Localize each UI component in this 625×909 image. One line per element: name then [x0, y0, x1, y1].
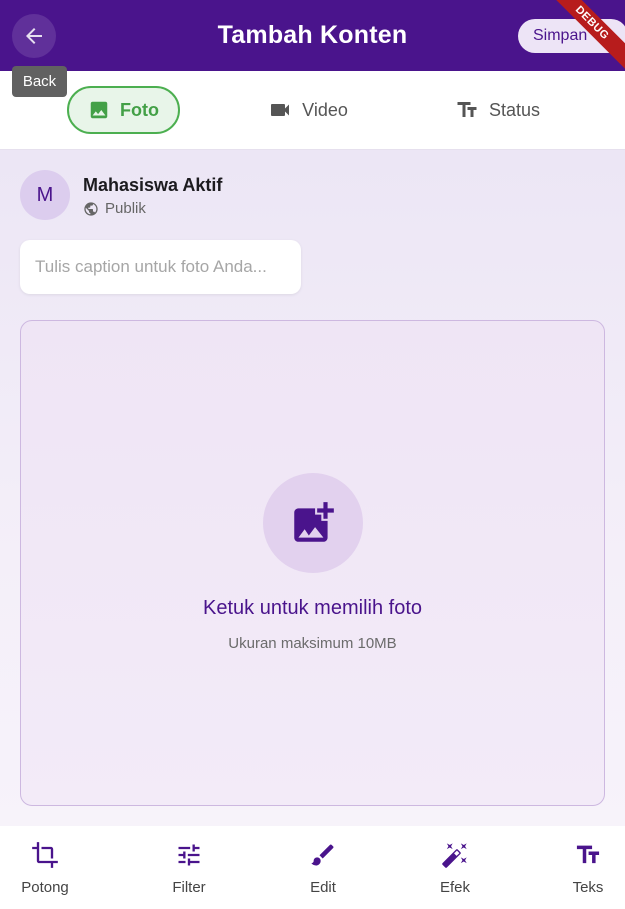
tool-label: Edit: [310, 879, 336, 896]
tab-foto[interactable]: Foto: [67, 86, 180, 134]
back-tooltip: Back: [12, 66, 67, 97]
back-button[interactable]: [12, 14, 56, 58]
content-type-tabs: Foto Video Status: [0, 71, 625, 150]
tool-edit[interactable]: Edit: [283, 840, 363, 900]
brush-icon: [311, 844, 334, 866]
tool-label: Filter: [172, 879, 206, 896]
photo-picker[interactable]: Ketuk untuk memilih foto Ukuran maksimum…: [20, 320, 605, 806]
crop-icon: [32, 842, 58, 868]
app-bar: Tambah Konten Simpan DEBUG: [0, 0, 625, 71]
videocam-icon: [271, 104, 290, 116]
tab-label: Foto: [120, 99, 159, 120]
photo-picker-icon-circle: [263, 473, 363, 573]
privacy-selector[interactable]: Publik: [83, 200, 146, 217]
compose-area: M Mahasiswa Aktif Publik Ketuk untuk mem…: [0, 150, 625, 826]
edit-toolbar: Potong Filter Edit Efek Teks: [0, 826, 625, 909]
tool-label: Teks: [572, 879, 604, 896]
text-fields-icon: [576, 845, 600, 864]
photo-picker-subtitle: Ukuran maksimum 10MB: [228, 635, 397, 652]
tool-label: Potong: [21, 879, 69, 896]
privacy-label: Publik: [105, 200, 146, 217]
caption-field[interactable]: [20, 240, 301, 294]
avatar: M: [20, 170, 70, 220]
image-icon: [90, 101, 108, 119]
tool-teks[interactable]: Teks: [548, 840, 625, 900]
globe-icon: [84, 201, 98, 216]
page-title: Tambah Konten: [217, 21, 408, 49]
tab-status[interactable]: Status: [445, 86, 550, 134]
tool-efek[interactable]: Efek: [415, 840, 495, 900]
caption-input[interactable]: [35, 257, 286, 277]
user-name: Mahasiswa Aktif: [83, 175, 223, 195]
tab-label: Video: [302, 99, 348, 120]
tab-video[interactable]: Video: [258, 86, 358, 134]
tab-label: Status: [488, 99, 541, 120]
text-fields-icon: [457, 102, 477, 117]
photo-picker-title: Ketuk untuk memilih foto: [203, 597, 422, 619]
tool-filter[interactable]: Filter: [149, 840, 229, 900]
arrow-back-icon: [26, 28, 42, 44]
magic-wand-icon: [442, 843, 467, 868]
tool-potong[interactable]: Potong: [5, 840, 85, 900]
add-photo-icon: [294, 502, 334, 542]
tune-icon: [178, 844, 200, 866]
tool-label: Efek: [439, 879, 470, 896]
